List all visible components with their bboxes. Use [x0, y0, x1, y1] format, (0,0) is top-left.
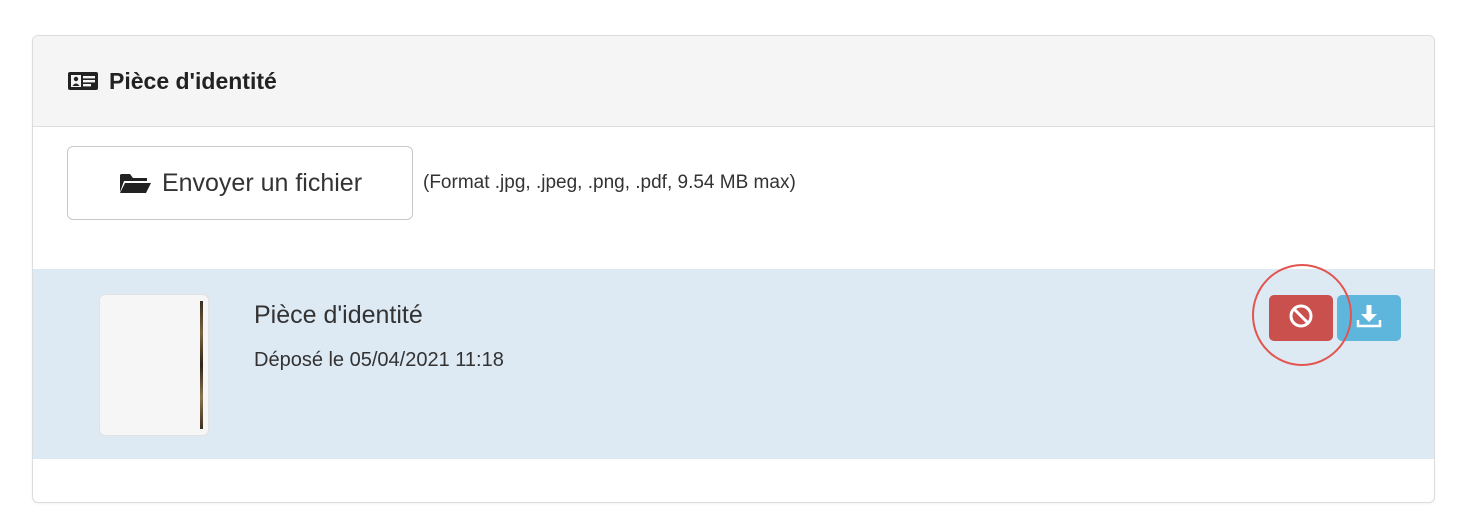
- panel-title: Pièce d'identité: [109, 67, 277, 94]
- download-icon: [1355, 303, 1383, 334]
- file-format-hint: (Format .jpg, .jpeg, .png, .pdf, 9.54 MB…: [423, 172, 796, 193]
- file-upload-date: Déposé le 05/04/2021 11:18: [254, 349, 504, 371]
- file-thumbnail[interactable]: [99, 294, 209, 436]
- ban-icon: [1288, 303, 1314, 334]
- upload-file-button[interactable]: Envoyer un fichier: [67, 146, 413, 220]
- id-card-icon: [67, 71, 99, 91]
- document-preview-image: [200, 301, 203, 429]
- identity-document-panel: Pièce d'identité Envoyer un fichier (For…: [32, 35, 1435, 503]
- file-name: Pièce d'identité: [254, 301, 423, 329]
- uploaded-file-row: Pièce d'identité Déposé le 05/04/2021 11…: [33, 264, 1434, 459]
- folder-open-icon: [118, 171, 152, 195]
- delete-file-button[interactable]: [1269, 295, 1333, 341]
- upload-button-label: Envoyer un fichier: [161, 168, 363, 197]
- upload-row: Envoyer un fichier (Format .jpg, .jpeg, …: [33, 127, 1434, 269]
- download-file-button[interactable]: [1337, 295, 1401, 341]
- panel-heading: Pièce d'identité: [33, 36, 1434, 127]
